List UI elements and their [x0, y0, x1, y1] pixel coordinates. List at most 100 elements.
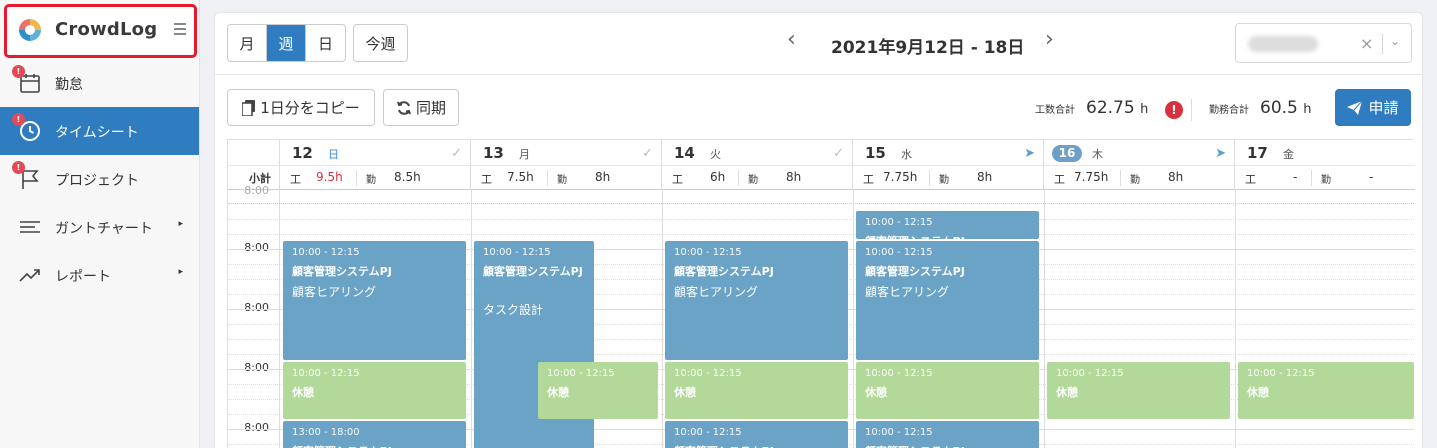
e-value: 7.5h: [507, 170, 534, 184]
sidebar-item-label: ガントチャート: [55, 221, 153, 237]
sidebar-item-label: タイムシート: [55, 125, 139, 141]
check-icon: ✓: [833, 146, 844, 161]
event-project: 顧客管理システムPJ: [865, 265, 965, 278]
check-icon: ✓: [642, 146, 653, 161]
send-icon: ➤: [1024, 146, 1035, 161]
sidebar-item-label: 勤怠: [55, 77, 83, 93]
logo-header[interactable]: CrowdLog: [4, 4, 197, 58]
duty-total-unit: h: [1303, 102, 1312, 117]
event-block[interactable]: 10:00 - 12:15 顧客管理システムPJ: [856, 211, 1039, 239]
view-day-button[interactable]: 日: [306, 25, 345, 61]
break-block[interactable]: 10:00 - 12:15 休憩: [538, 362, 658, 419]
event-time: 10:00 - 12:15: [865, 427, 933, 438]
event-block[interactable]: 10:00 - 12:15 顧客管理システムPJ 顧客ヒアリング: [283, 241, 466, 360]
event-project: 休憩: [1247, 386, 1269, 399]
k-value: -: [1369, 170, 1374, 184]
next-week-icon[interactable]: ›: [1045, 27, 1054, 52]
work-total-value: 62.75 h: [1086, 98, 1148, 118]
k-value: 8h: [1168, 170, 1184, 184]
e-label: 工: [1054, 173, 1065, 186]
k-label: 勤: [1321, 175, 1331, 186]
e-label: 工: [290, 173, 301, 186]
break-block[interactable]: 10:00 - 12:15 休憩: [1238, 362, 1414, 419]
break-block[interactable]: 10:00 - 12:15 休憩: [856, 362, 1039, 419]
day-header[interactable]: 14 火 ✓: [662, 140, 853, 166]
this-week-button[interactable]: 今週: [353, 24, 408, 62]
sync-icon: [397, 100, 411, 115]
crowdlog-logo-icon: [19, 19, 41, 41]
e-label: 工: [481, 173, 492, 186]
k-label: 勤: [748, 175, 758, 186]
k-label: 勤: [1130, 175, 1140, 186]
day-number: 12: [292, 144, 313, 162]
event-time: 10:00 - 12:15: [674, 427, 742, 438]
event-task: 顧客ヒアリング: [865, 285, 950, 299]
break-block[interactable]: 10:00 - 12:15 休憩: [1047, 362, 1230, 419]
event-block[interactable]: 10:00 - 12:15 顧客管理システムPJ: [665, 421, 848, 448]
sync-button[interactable]: 同期: [383, 89, 459, 126]
alert-badge: !: [12, 65, 25, 78]
break-block[interactable]: 10:00 - 12:15 休憩: [283, 362, 466, 419]
event-task: タスク設計: [483, 303, 544, 317]
day-weekday: 木: [1092, 148, 1103, 161]
event-project: 顧客管理システムPJ: [674, 443, 844, 448]
e-value: 6h: [710, 170, 726, 184]
view-switch: 月 週 日: [227, 24, 346, 62]
day-subtotal: 工 6h 勤 8h: [662, 166, 853, 190]
event-time: 13:00 - 18:00: [292, 427, 360, 438]
sidebar-item-timesheet[interactable]: ! タイムシート: [0, 107, 199, 155]
apply-button[interactable]: 申請: [1335, 89, 1411, 126]
top-bar: 月 週 日 今週 ‹ 2021年9月12日 - 18日 › × ⌄: [215, 13, 1422, 75]
day-header[interactable]: 16 木 ➤: [1044, 140, 1235, 166]
send-icon: ➤: [1215, 146, 1226, 161]
copy-day-button[interactable]: 1日分をコピー: [227, 89, 375, 126]
break-block[interactable]: 10:00 - 12:15 休憩: [665, 362, 848, 419]
sidebar-item-label: プロジェクト: [55, 173, 139, 189]
event-project: 顧客管理システムPJ: [865, 233, 1035, 239]
event-block[interactable]: 10:00 - 12:15 顧客管理システムPJ: [856, 421, 1039, 448]
sidebar-item-attendance[interactable]: ! 勤怠: [0, 59, 199, 107]
sidebar-item-label: レポート: [55, 269, 111, 285]
day-header[interactable]: 13 月 ✓: [471, 140, 662, 166]
event-time: 10:00 - 12:15: [865, 247, 933, 258]
work-total-unit: h: [1140, 102, 1149, 117]
view-month-button[interactable]: 月: [228, 25, 267, 61]
e-value: 7.75h: [1074, 170, 1109, 184]
day-weekday: 日: [328, 148, 339, 161]
sidebar: CrowdLog ! 勤怠 ! タイムシート ! プロジェクト ガントチャート …: [0, 0, 200, 448]
view-week-button[interactable]: 週: [267, 25, 306, 61]
alert-icon[interactable]: !: [1165, 101, 1183, 119]
sidebar-item-report[interactable]: レポート ▸: [0, 251, 199, 299]
event-time: 10:00 - 12:15: [674, 247, 742, 258]
event-time: 10:00 - 12:15: [674, 368, 742, 379]
work-total-number: 62.75: [1086, 98, 1135, 118]
menu-icon[interactable]: [174, 23, 186, 35]
work-total-label: 工数合計: [1035, 105, 1075, 116]
day-weekday: 火: [710, 148, 721, 161]
event-block[interactable]: 10:00 - 12:15 顧客管理システムPJ 顧客ヒアリング: [856, 241, 1039, 360]
today-badge: 16: [1052, 145, 1082, 162]
chevron-down-icon[interactable]: ⌄: [1390, 34, 1400, 48]
clear-icon[interactable]: ×: [1360, 34, 1373, 53]
user-select[interactable]: × ⌄: [1235, 23, 1412, 63]
day-header[interactable]: 17 金: [1235, 140, 1415, 166]
event-block[interactable]: 10:00 - 12:15 顧客管理システムPJ 顧客ヒアリング: [665, 241, 848, 360]
copy-day-label: 1日分をコピー: [260, 99, 360, 117]
blurred-user-name: [1248, 36, 1318, 52]
send-icon: [1347, 100, 1363, 115]
k-value: 8h: [595, 170, 611, 184]
day-header[interactable]: 15 水 ➤: [853, 140, 1044, 166]
sidebar-item-project[interactable]: ! プロジェクト: [0, 155, 199, 203]
day-header[interactable]: 12 日 ✓: [280, 140, 471, 166]
expand-caret-icon: ▸: [178, 267, 183, 277]
copy-icon: [242, 99, 256, 116]
event-block[interactable]: 13:00 - 18:00 顧客管理システムPJ: [283, 421, 466, 448]
event-project: 顧客管理システムPJ: [292, 443, 462, 448]
event-project: 休憩: [547, 386, 569, 399]
sync-label: 同期: [415, 99, 446, 117]
e-value: 7.75h: [883, 170, 918, 184]
sidebar-item-gantt[interactable]: ガントチャート ▸: [0, 203, 199, 251]
prev-week-icon[interactable]: ‹: [787, 27, 796, 52]
app-name: CrowdLog: [55, 19, 158, 40]
event-time: 10:00 - 12:15: [547, 368, 615, 379]
